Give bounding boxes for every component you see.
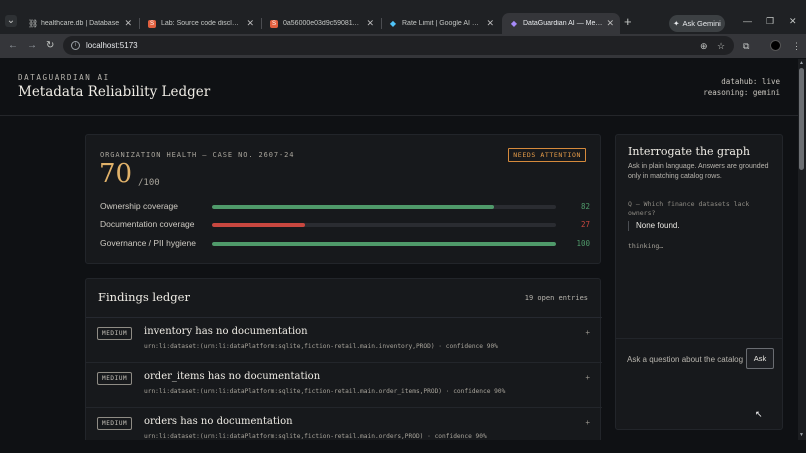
back-icon[interactable]: ← xyxy=(8,40,18,52)
window-close-icon[interactable]: ✕ xyxy=(789,16,797,27)
organization-health-card: ORGANIZATION HEALTH — CASE NO. 2607-24 N… xyxy=(85,134,601,264)
metric-value: 27 xyxy=(580,220,590,229)
tab-search-icon[interactable]: ⌄ xyxy=(5,15,17,27)
chat-subtitle: Ask in plain language. Answers are groun… xyxy=(628,163,769,180)
new-tab-icon[interactable]: + xyxy=(624,15,632,29)
ask-gemini-button[interactable]: ✦ Ask Gemini xyxy=(669,15,725,32)
minimize-icon[interactable]: — xyxy=(743,16,752,26)
metric-label: Governance / PII hygiene xyxy=(100,238,196,248)
header-divider xyxy=(0,115,798,116)
finding-urn: urn:li:dataset:(urn:li:dataPlatform:sqli… xyxy=(144,433,487,440)
metric-bar-track xyxy=(212,223,556,227)
metric-bar-track xyxy=(212,205,556,209)
dataguardian-icon: ◆ xyxy=(510,18,518,28)
health-score-max: /100 xyxy=(138,178,160,188)
findings-count: 19 open entries xyxy=(524,294,588,302)
browser-tab-hash[interactable]: S 0a56000e03d9c5908110de3f ✕ xyxy=(262,13,380,34)
scroll-up-icon[interactable]: ▲ xyxy=(799,60,804,66)
connection-status: datahub: live reasoning: gemini xyxy=(703,76,780,98)
profile-avatar[interactable] xyxy=(770,40,781,51)
ask-button[interactable]: Ask xyxy=(746,348,774,369)
finding-title: orders has no documentation xyxy=(144,416,293,427)
browser-tab-healthcare[interactable]: ⛓ healthcare.db | Database ✕ xyxy=(20,13,138,34)
expand-icon[interactable]: + xyxy=(585,418,590,427)
gemini-spark-icon: ✦ xyxy=(673,19,680,28)
page-title: Metadata Reliability Ledger xyxy=(18,84,211,100)
finding-title: inventory has no documentation xyxy=(144,326,308,337)
browser-menu-icon[interactable]: ⋮ xyxy=(792,40,801,52)
finding-title: order_items has no documentation xyxy=(144,371,321,382)
portswigger-icon: S xyxy=(270,19,278,28)
url-text: localhost:5173 xyxy=(86,41,138,50)
forward-icon[interactable]: → xyxy=(27,40,37,52)
browser-tab-ai-studio[interactable]: ◆ Rate Limit | Google AI Studio ✕ xyxy=(381,13,500,34)
restore-icon[interactable]: ❐ xyxy=(766,16,774,27)
tab-label: 0a56000e03d9c5908110de3f xyxy=(283,20,362,27)
scroll-down-icon[interactable]: ▼ xyxy=(799,432,804,438)
reload-icon[interactable]: ↻ xyxy=(46,40,54,52)
findings-ledger: Findings ledger 19 open entries MEDIUM i… xyxy=(85,278,602,440)
tab-label: DataGuardian AI — Metadata xyxy=(523,20,602,27)
brand-eyebrow: DATAGUARDIAN AI xyxy=(18,73,110,82)
metric-label: Ownership coverage xyxy=(100,201,178,211)
metric-value: 82 xyxy=(580,202,590,211)
tab-label: healthcare.db | Database xyxy=(41,20,120,27)
close-icon[interactable]: ✕ xyxy=(246,18,254,29)
close-icon[interactable]: ✕ xyxy=(606,18,614,29)
chat-thinking-indicator: thinking… xyxy=(628,242,664,250)
chat-question-input[interactable] xyxy=(627,352,743,366)
browser-tab-dataguardian[interactable]: ◆ DataGuardian AI — Metadata ✕ xyxy=(502,13,620,34)
metric-bar-fill xyxy=(212,242,556,246)
app-page: DATAGUARDIAN AI Metadata Reliability Led… xyxy=(0,59,798,440)
metric-bar-fill xyxy=(212,223,305,227)
tab-label: Lab: Source code disclosure v xyxy=(161,20,242,27)
datahub-status: datahub: live xyxy=(721,77,780,86)
chat-question: Q — Which finance datasets lack owners? xyxy=(628,200,750,217)
case-label: ORGANIZATION HEALTH — CASE NO. 2607-24 xyxy=(100,151,295,159)
metric-governance: Governance / PII hygiene 100 xyxy=(100,238,590,250)
close-icon[interactable]: ✕ xyxy=(486,18,494,29)
mouse-cursor-icon: ↖ xyxy=(755,409,763,419)
chat-panel: Interrogate the graph Ask in plain langu… xyxy=(615,134,783,430)
finding-urn: urn:li:dataset:(urn:li:dataPlatform:sqli… xyxy=(144,388,506,395)
address-bar[interactable]: i localhost:5173 xyxy=(63,36,734,55)
finding-row[interactable]: MEDIUM order_items has no documentation … xyxy=(86,363,602,408)
close-icon[interactable]: ✕ xyxy=(366,18,374,29)
metric-documentation: Documentation coverage 27 xyxy=(100,219,590,231)
status-badge: NEEDS ATTENTION xyxy=(508,148,586,162)
metric-bar-track xyxy=(212,242,556,246)
close-icon[interactable]: ✕ xyxy=(124,18,132,29)
expand-icon[interactable]: + xyxy=(585,328,590,337)
findings-title: Findings ledger xyxy=(98,290,190,304)
link-icon: ⛓ xyxy=(28,18,39,28)
severity-badge: MEDIUM xyxy=(97,327,133,340)
scrollbar-thumb[interactable] xyxy=(799,68,804,170)
metric-label: Documentation coverage xyxy=(100,219,195,229)
metric-ownership: Ownership coverage 82 xyxy=(100,201,590,213)
chat-answer: None found. xyxy=(628,221,680,231)
bookmark-star-icon[interactable]: ☆ xyxy=(717,40,725,52)
ask-gemini-label: Ask Gemini xyxy=(682,19,721,28)
expand-icon[interactable]: + xyxy=(585,373,590,382)
zoom-icon[interactable]: ⊕ xyxy=(700,40,708,52)
tab-label: Rate Limit | Google AI Studio xyxy=(402,20,483,27)
finding-row[interactable]: MEDIUM inventory has no documentation ur… xyxy=(86,318,602,363)
chat-title: Interrogate the graph xyxy=(628,145,751,158)
finding-urn: urn:li:dataset:(urn:li:dataPlatform:sqli… xyxy=(144,343,498,350)
browser-tab-lab[interactable]: S Lab: Source code disclosure v ✕ xyxy=(140,13,260,34)
finding-row[interactable]: MEDIUM orders has no documentation urn:l… xyxy=(86,408,602,440)
metric-bar-fill xyxy=(212,205,495,209)
portswigger-icon: S xyxy=(148,19,156,28)
site-info-icon[interactable]: i xyxy=(71,41,80,50)
severity-badge: MEDIUM xyxy=(97,417,133,430)
health-score: 70 xyxy=(99,159,133,189)
ai-studio-icon: ◆ xyxy=(389,18,397,28)
extensions-icon[interactable]: ⧉ xyxy=(743,40,749,52)
metric-value: 100 xyxy=(576,239,590,248)
reasoning-status: reasoning: gemini xyxy=(703,88,780,97)
severity-badge: MEDIUM xyxy=(97,372,133,385)
chat-input-row: Ask xyxy=(615,338,783,378)
